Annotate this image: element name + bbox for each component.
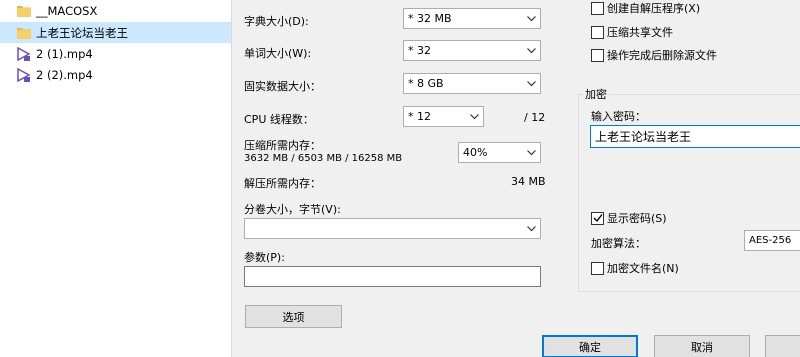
compress-shared-label: 压缩共享文件 — [607, 26, 673, 39]
parameters-label: 参数(P): — [244, 251, 285, 264]
create-sfx-label: 创建自解压程序(X) — [607, 2, 701, 15]
split-volumes-select[interactable] — [244, 218, 541, 239]
file-item-macosx[interactable]: __MACOSX — [0, 0, 231, 21]
ok-button[interactable]: 确定 — [542, 335, 638, 357]
solid-block-size-label: 固实数据大小： — [244, 80, 321, 93]
video-file-icon — [16, 67, 32, 83]
screen: __MACOSX 上老王论坛当老王 2 (1).mp4 2 (2).mp4 字典… — [0, 0, 800, 357]
encryption-method-select[interactable]: AES-256 — [744, 230, 800, 251]
file-name: 2 (2).mp4 — [36, 67, 93, 82]
file-item-video-2[interactable]: 2 (2).mp4 — [0, 64, 231, 85]
cpu-threads-max: / 12 — [524, 111, 546, 124]
checkmark-icon — [593, 214, 603, 223]
help-button[interactable] — [765, 335, 800, 357]
video-file-icon — [16, 46, 32, 62]
dictionary-size-select[interactable]: * 32 MB — [403, 8, 541, 29]
memory-usage-value: 40% — [463, 146, 488, 159]
solid-block-size-select[interactable]: * 8 GB — [403, 73, 541, 94]
show-password-checkbox[interactable]: 显示密码(S) — [591, 210, 667, 226]
solid-block-size-value: * 8 GB — [408, 77, 444, 90]
password-input[interactable]: 上老王论坛当老王 — [590, 125, 800, 148]
file-item-video-1[interactable]: 2 (1).mp4 — [0, 43, 231, 64]
memory-usage-select[interactable]: 40% — [458, 142, 541, 163]
parameters-input[interactable] — [244, 266, 541, 287]
add-to-archive-dialog: 字典大小(D): * 32 MB 单词大小(W): * 32 固实数据大小： *… — [231, 0, 800, 357]
dictionary-size-label: 字典大小(D): — [244, 15, 309, 28]
options-button[interactable]: 选项 — [245, 305, 342, 328]
cpu-threads-select[interactable]: * 12 — [403, 106, 484, 127]
chevron-down-icon — [522, 74, 540, 93]
cpu-threads-label: CPU 线程数： — [244, 113, 314, 126]
decompress-memory-label: 解压所需内存： — [244, 177, 321, 190]
delete-after-checkbox[interactable]: 操作完成后删除源文件 — [591, 47, 717, 63]
show-password-label: 显示密码(S) — [607, 212, 667, 225]
decompress-memory-value: 34 MB — [511, 175, 546, 188]
cpu-threads-value: * 12 — [408, 110, 431, 123]
file-list: __MACOSX 上老王论坛当老王 2 (1).mp4 2 (2).mp4 — [0, 0, 231, 357]
chevron-down-icon — [522, 9, 540, 28]
encryption-method-label: 加密算法： — [591, 237, 646, 250]
checkbox-box — [591, 25, 604, 39]
chevron-down-icon — [522, 41, 540, 60]
encrypt-filenames-label: 加密文件名(N) — [607, 262, 679, 275]
word-size-select[interactable]: * 32 — [403, 40, 541, 61]
cancel-button[interactable]: 取消 — [654, 335, 750, 357]
file-name: 2 (1).mp4 — [36, 46, 93, 61]
encryption-group-title: 加密 — [583, 86, 609, 102]
folder-icon — [16, 25, 32, 41]
file-name: 上老王论坛当老王 — [36, 25, 128, 40]
dictionary-size-value: * 32 MB — [408, 12, 452, 25]
file-item-folder-selected[interactable]: 上老王论坛当老王 — [0, 22, 231, 43]
create-sfx-checkbox[interactable]: 创建自解压程序(X) — [591, 0, 700, 16]
compress-shared-checkbox[interactable]: 压缩共享文件 — [591, 24, 673, 40]
password-label: 输入密码： — [591, 110, 646, 123]
checkbox-box — [591, 211, 604, 225]
chevron-down-icon — [522, 143, 540, 162]
chevron-down-icon — [465, 107, 483, 126]
word-size-value: * 32 — [408, 44, 431, 57]
encrypt-filenames-checkbox[interactable]: 加密文件名(N) — [591, 260, 679, 276]
compress-memory-label: 压缩所需内存： — [244, 139, 321, 152]
checkbox-box — [591, 1, 604, 15]
compress-memory-detail: 3632 MB / 6503 MB / 16258 MB — [244, 153, 403, 164]
checkbox-box — [591, 261, 604, 275]
chevron-down-icon — [522, 219, 540, 238]
file-name: __MACOSX — [36, 3, 98, 18]
encryption-method-value: AES-256 — [749, 235, 792, 246]
password-value: 上老王论坛当老王 — [595, 130, 692, 144]
delete-after-label: 操作完成后删除源文件 — [607, 49, 717, 62]
word-size-label: 单词大小(W): — [244, 47, 312, 60]
folder-icon — [16, 3, 32, 19]
split-volumes-label: 分卷大小，字节(V): — [244, 203, 341, 216]
checkbox-box — [591, 48, 604, 62]
